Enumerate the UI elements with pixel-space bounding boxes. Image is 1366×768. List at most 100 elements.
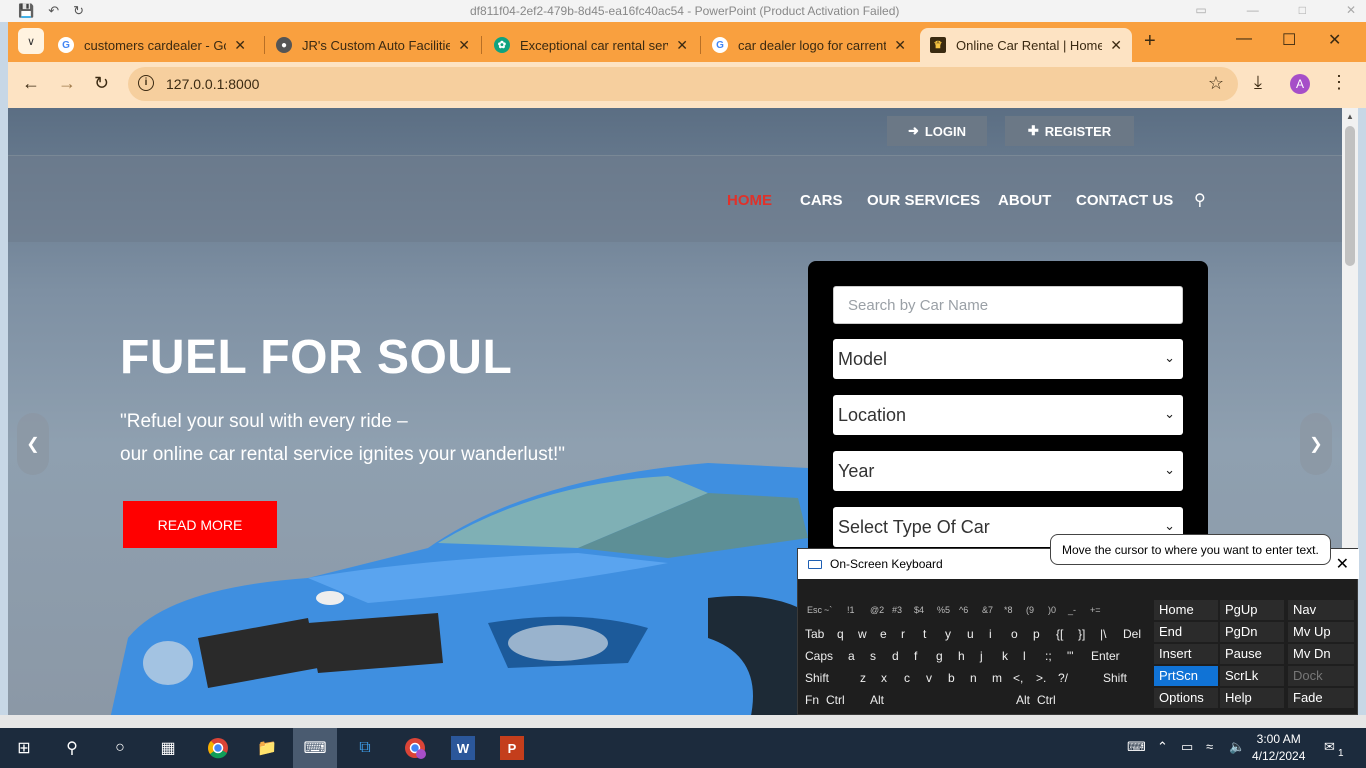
browser-tab-active[interactable]: ♛ Online Car Rental | Home ✕ (920, 28, 1132, 62)
osk-key[interactable]: j (980, 649, 983, 663)
scrollbar-thumb[interactable] (1345, 126, 1355, 266)
osk-key[interactable]: += (1090, 605, 1101, 615)
close-icon[interactable]: ✕ (1110, 37, 1122, 54)
carousel-next-button[interactable]: ❯ (1300, 413, 1332, 475)
osk-nav-key[interactable]: PgUp (1220, 600, 1284, 620)
osk-key[interactable]: Ctrl (1037, 693, 1056, 707)
chrome-icon[interactable] (206, 736, 230, 760)
osk-key[interactable]: ?/ (1058, 671, 1068, 685)
osk-key[interactable]: %5 (937, 605, 950, 615)
osk-key[interactable]: i (989, 627, 992, 641)
osk-key[interactable]: &7 (982, 605, 993, 615)
osk-nav-key[interactable]: Nav (1288, 600, 1354, 620)
nav-our-services[interactable]: OUR SERVICES (867, 192, 980, 209)
minimize-icon[interactable]: — (1236, 30, 1252, 48)
osk-nav-key[interactable]: Pause (1220, 644, 1284, 664)
maximize-icon[interactable]: ☐ (1282, 30, 1296, 50)
chrome-profile-icon[interactable] (403, 736, 427, 760)
back-icon[interactable]: ← (22, 73, 40, 94)
osk-key[interactable]: |\ (1100, 627, 1106, 641)
osk-key[interactable]: v (926, 671, 932, 685)
menu-icon[interactable]: ⋮ (1330, 72, 1348, 93)
car-name-search-input[interactable] (833, 286, 1183, 324)
osk-nav-key[interactable]: PrtScn (1154, 666, 1218, 686)
clock[interactable]: 3:00 AM 4/12/2024 (1252, 731, 1305, 765)
chevron-up-icon[interactable]: ⌃ (1157, 739, 1168, 755)
login-button[interactable]: ➜ LOGIN (887, 116, 987, 146)
battery-icon[interactable]: ▭ (1181, 739, 1193, 755)
windows-start-icon[interactable]: ⊞ (12, 736, 36, 760)
osk-key[interactable]: !1 (847, 605, 855, 615)
browser-tab[interactable]: ● JR's Custom Auto Facilities ✕ (266, 28, 480, 62)
close-icon[interactable]: ✕ (676, 37, 688, 54)
osk-key[interactable]: c (904, 671, 910, 685)
osk-key[interactable]: p (1033, 627, 1040, 641)
forward-icon[interactable]: → (58, 73, 76, 94)
osk-key[interactable]: )0 (1048, 605, 1056, 615)
notifications-icon[interactable]: ✉ (1324, 739, 1335, 755)
file-explorer-icon[interactable]: 📁 (255, 736, 279, 760)
osk-key[interactable]: #3 (892, 605, 902, 615)
carousel-prev-button[interactable]: ❮ (17, 413, 49, 475)
osk-key[interactable]: "' (1067, 649, 1074, 663)
osk-nav-key[interactable]: Home (1154, 600, 1218, 620)
bookmark-star-icon[interactable]: ☆ (1208, 73, 1224, 94)
osk-nav-key[interactable]: Options (1154, 688, 1218, 708)
osk-key[interactable]: Ctrl (826, 693, 845, 707)
osk-key[interactable]: Shift (805, 671, 829, 685)
osk-key[interactable]: y (945, 627, 951, 641)
osk-nav-key[interactable]: PgDn (1220, 622, 1284, 642)
wifi-icon[interactable]: ≈ (1206, 739, 1213, 754)
new-tab-button[interactable]: + (1144, 30, 1156, 53)
osk-key[interactable]: f (914, 649, 917, 663)
on-screen-keyboard-taskbar-icon[interactable]: ⌨ (293, 728, 337, 768)
vscode-icon[interactable]: ⧉ (353, 736, 377, 760)
osk-key[interactable]: m (992, 671, 1002, 685)
osk-key[interactable]: b (948, 671, 955, 685)
osk-key[interactable]: u (967, 627, 974, 641)
osk-key[interactable]: e (880, 627, 887, 641)
ppt-minimize-icon[interactable]: — (1247, 3, 1259, 17)
osk-nav-key[interactable]: Insert (1154, 644, 1218, 664)
save-icon[interactable]: 💾 (18, 3, 34, 19)
browser-tab[interactable]: G car dealer logo for carrental ✕ (702, 28, 916, 62)
search-icon[interactable]: ⚲ (60, 736, 84, 760)
reload-icon[interactable]: ↻ (94, 73, 109, 94)
osk-key[interactable]: *8 (1004, 605, 1013, 615)
read-more-button[interactable]: READ MORE (123, 501, 277, 548)
osk-key[interactable]: k (1002, 649, 1008, 663)
cortana-icon[interactable]: ○ (108, 736, 132, 760)
osk-key[interactable]: o (1011, 627, 1018, 641)
osk-key[interactable]: @2 (870, 605, 884, 615)
register-button[interactable]: ✚ REGISTER (1005, 116, 1134, 146)
osk-key[interactable]: h (958, 649, 965, 663)
osk-key[interactable]: (9 (1026, 605, 1034, 615)
osk-nav-key[interactable]: Help (1220, 688, 1284, 708)
powerpoint-icon[interactable]: P (500, 736, 524, 760)
browser-tab[interactable]: G customers cardealer - Goog ✕ (48, 28, 256, 62)
osk-key[interactable]: d (892, 649, 899, 663)
address-bar[interactable]: i 127.0.0.1:8000 ☆ (128, 67, 1238, 101)
osk-key[interactable]: _- (1068, 605, 1076, 615)
osk-nav-key[interactable]: End (1154, 622, 1218, 642)
osk-key[interactable]: Shift (1103, 671, 1127, 685)
redo-icon[interactable]: ↻ (73, 3, 84, 19)
osk-key[interactable]: r (901, 627, 905, 641)
osk-key[interactable]: Tab (805, 627, 824, 641)
osk-nav-key[interactable]: Fade (1288, 688, 1354, 708)
close-icon[interactable]: ✕ (234, 37, 246, 54)
url-text[interactable]: 127.0.0.1:8000 (166, 76, 259, 92)
osk-key[interactable]: a (848, 649, 855, 663)
avatar[interactable]: A (1290, 74, 1310, 94)
osk-key[interactable]: $4 (914, 605, 924, 615)
osk-key[interactable]: ^6 (959, 605, 968, 615)
osk-key[interactable]: t (923, 627, 926, 641)
browser-tab[interactable]: ✿ Exceptional car rental servic ✕ (484, 28, 698, 62)
keyboard-tray-icon[interactable]: ⌨ (1127, 739, 1146, 755)
window-close-icon[interactable]: ✕ (1328, 30, 1341, 50)
nav-home[interactable]: HOME (727, 192, 772, 209)
osk-key[interactable]: g (936, 649, 943, 663)
year-select[interactable]: Year ⌄ (833, 451, 1183, 491)
osk-key[interactable]: Alt (870, 693, 884, 707)
word-icon[interactable]: W (451, 736, 475, 760)
